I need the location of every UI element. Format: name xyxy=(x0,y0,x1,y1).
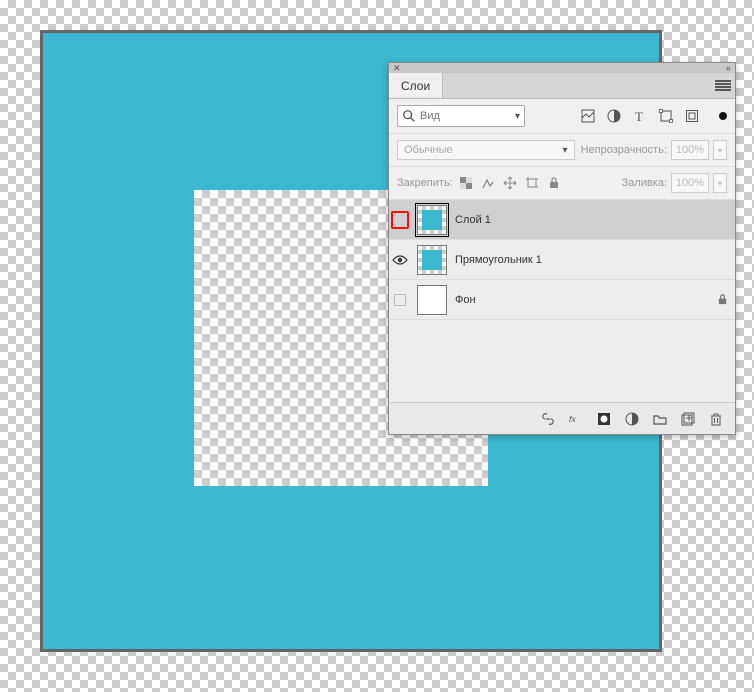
blend-mode-value: Обычные xyxy=(404,144,453,156)
chevron-down-icon[interactable]: ▾ xyxy=(713,173,727,193)
link-layers-icon[interactable] xyxy=(541,412,555,426)
search-input[interactable] xyxy=(420,110,492,122)
chevron-down-icon: ▾ xyxy=(563,145,568,156)
blend-row: Обычные ▾ Непрозрачность: 100% ▾ xyxy=(389,134,735,167)
lock-image-icon[interactable] xyxy=(481,176,495,190)
filter-row: ▾ T xyxy=(389,99,735,134)
new-layer-icon[interactable] xyxy=(681,412,695,426)
filter-adjust-icon[interactable] xyxy=(607,109,621,123)
filter-toggle[interactable] xyxy=(719,112,727,120)
lock-label: Закрепить: xyxy=(397,177,453,189)
chevron-down-icon[interactable]: ▾ xyxy=(713,140,727,160)
opacity-input[interactable]: 100% xyxy=(671,140,709,160)
layer-thumbnail[interactable] xyxy=(417,245,447,275)
layer-thumbnail[interactable] xyxy=(417,285,447,315)
tab-label: Слои xyxy=(401,79,430,93)
mask-icon[interactable] xyxy=(597,412,611,426)
trash-icon[interactable] xyxy=(709,412,723,426)
lock-position-icon[interactable] xyxy=(503,176,517,190)
lock-transparency-icon[interactable] xyxy=(459,176,473,190)
panel-tabs: Слои xyxy=(389,73,735,99)
collapse-icon[interactable]: « xyxy=(726,63,731,73)
layer-name[interactable]: Прямоугольник 1 xyxy=(455,254,542,266)
chevron-down-icon[interactable]: ▾ xyxy=(515,111,520,122)
group-icon[interactable] xyxy=(653,412,667,426)
close-icon[interactable]: ✕ xyxy=(393,63,401,74)
layer-search[interactable]: ▾ xyxy=(397,105,525,127)
layers-panel: ✕ « Слои ▾ T Обычные ▾ xyxy=(388,62,736,435)
visibility-toggle[interactable] xyxy=(394,294,406,306)
svg-text:T: T xyxy=(635,109,643,123)
lock-all-icon[interactable] xyxy=(547,176,561,190)
filter-smart-icon[interactable] xyxy=(685,109,699,123)
layer-name[interactable]: Слой 1 xyxy=(455,214,491,226)
layer-name[interactable]: Фон xyxy=(455,294,476,306)
tab-layers[interactable]: Слои xyxy=(389,73,443,98)
visibility-toggle[interactable] xyxy=(391,211,409,229)
lock-row: Закрепить: Заливка: 100% ▾ xyxy=(389,167,735,200)
search-icon xyxy=(402,109,416,123)
layer-thumbnail[interactable] xyxy=(417,205,447,235)
fill-label: Заливка: xyxy=(622,177,667,189)
filter-shape-icon[interactable] xyxy=(659,109,673,123)
opacity-label: Непрозрачность: xyxy=(581,144,667,156)
blend-mode-select[interactable]: Обычные ▾ xyxy=(397,140,575,160)
layer-row[interactable]: Фон xyxy=(389,280,735,320)
panel-grip[interactable]: ✕ « xyxy=(389,63,735,73)
filter-pixel-icon[interactable] xyxy=(581,109,595,123)
adjustment-icon[interactable] xyxy=(625,412,639,426)
visibility-toggle[interactable] xyxy=(391,251,409,269)
fx-icon[interactable]: fx xyxy=(569,412,583,426)
filter-type-icon[interactable]: T xyxy=(633,109,647,123)
layers-list: Слой 1 Прямоугольник 1 Фон xyxy=(389,200,735,402)
fill-input[interactable]: 100% xyxy=(671,173,709,193)
lock-artboard-icon[interactable] xyxy=(525,176,539,190)
svg-text:fx: fx xyxy=(569,414,576,424)
panel-footer: fx xyxy=(389,402,735,434)
lock-icon[interactable] xyxy=(715,293,729,307)
layer-row[interactable]: Прямоугольник 1 xyxy=(389,240,735,280)
layer-row[interactable]: Слой 1 xyxy=(389,200,735,240)
panel-menu-icon[interactable] xyxy=(715,80,731,92)
